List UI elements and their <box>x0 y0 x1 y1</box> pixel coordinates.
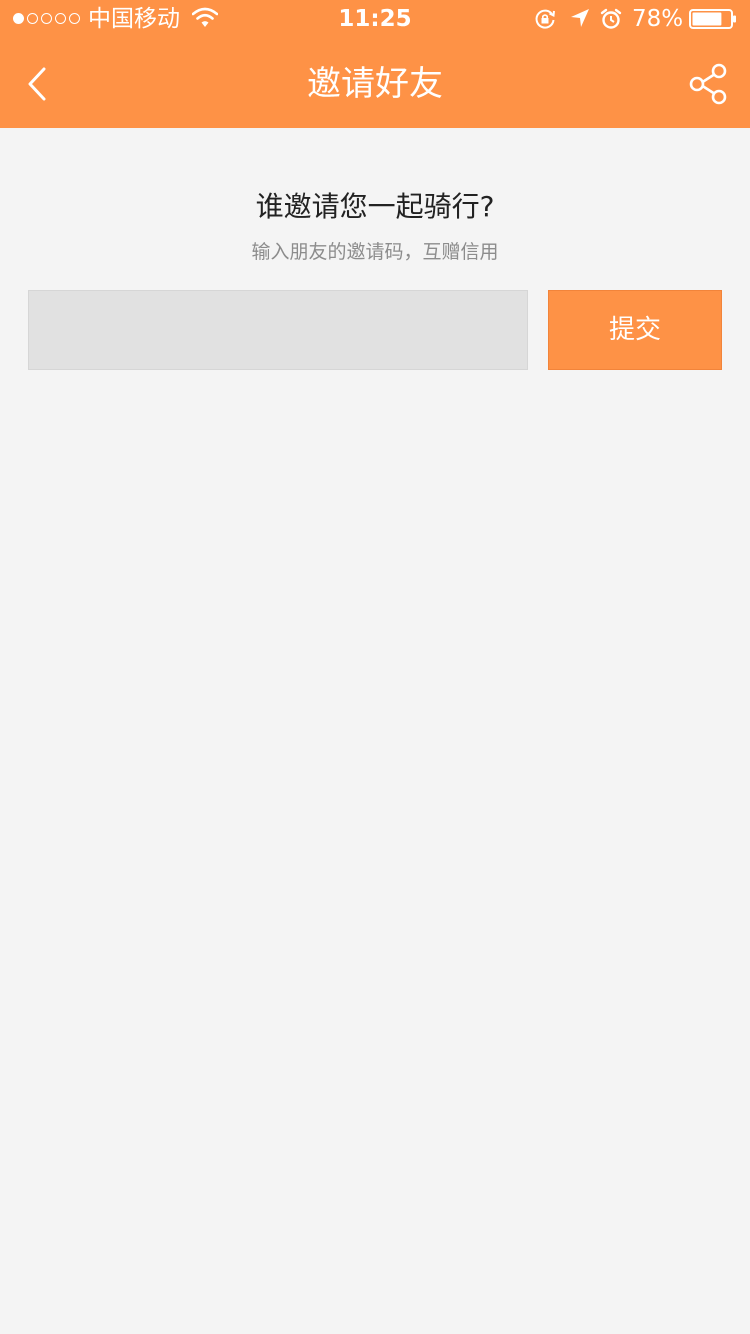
invite-code-input[interactable] <box>28 290 528 370</box>
alarm-clock-icon <box>600 8 622 29</box>
app-header: 中国移动 11:25 78% 邀请好友 <box>0 0 750 128</box>
location-arrow-icon <box>571 9 589 27</box>
submit-button[interactable]: 提交 <box>548 290 722 370</box>
status-bar: 中国移动 11:25 78% <box>0 0 750 40</box>
navigation-bar: 邀请好友 <box>0 40 750 128</box>
share-icon <box>689 63 727 105</box>
battery-icon <box>689 9 736 29</box>
invite-question-heading: 谁邀请您一起骑行? <box>255 190 495 223</box>
battery-percentage: 78% <box>632 6 684 32</box>
rotation-lock-icon <box>535 9 555 29</box>
page-title: 邀请好友 <box>307 64 443 104</box>
invite-instructions: 输入朋友的邀请码，互赠信用 <box>251 241 499 263</box>
share-button[interactable] <box>684 60 732 108</box>
